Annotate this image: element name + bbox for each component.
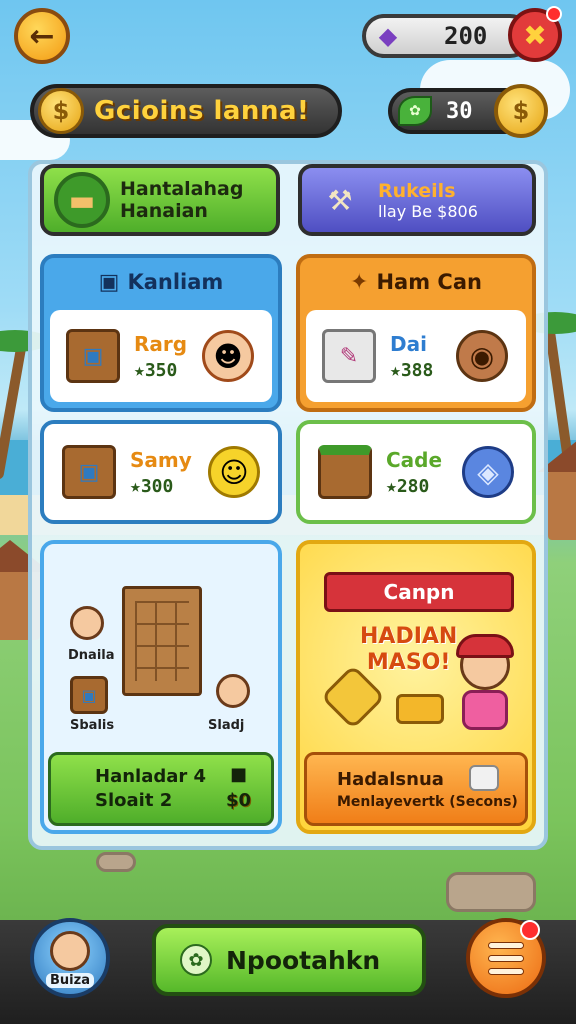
item-price: ★280 xyxy=(386,475,430,497)
girl-face-icon: ☻ xyxy=(202,330,254,382)
paintbrush-icon: ✎ xyxy=(322,329,376,383)
bear-icon: ◉ xyxy=(456,330,508,382)
price-badge: $0 xyxy=(225,790,251,811)
item-name: Cade xyxy=(386,447,443,472)
crafting-card-title: Hantalahag xyxy=(120,178,244,200)
item-card[interactable]: ▣ Rarg ★350 ☻ xyxy=(50,310,272,402)
avatar-face-icon xyxy=(50,931,90,971)
ticket-icon xyxy=(469,765,499,791)
item-name: Rarg xyxy=(134,331,188,356)
tools-card-subtitle: llay Be $806 xyxy=(378,201,478,221)
gem-count: 200 xyxy=(444,22,488,50)
crate-icon: ▣ xyxy=(98,269,120,295)
page-title: Gcioins lanna! xyxy=(94,96,310,126)
log-icon: ▬ xyxy=(54,172,110,228)
title-banner: $ Gcioins lanna! xyxy=(30,84,342,138)
gem-icon: ◆ xyxy=(378,22,398,50)
promo-card-footer[interactable]: Hadalsnua Menlayevertk (Secons) xyxy=(304,752,528,826)
hut xyxy=(538,440,576,540)
section-left: ▣ Kanliam ▣ Rarg ★350 ☻ xyxy=(40,254,282,412)
section-left-title: Kanliam xyxy=(127,270,224,294)
item-price: ★350 xyxy=(134,359,178,381)
coin-icon: $ xyxy=(512,97,530,125)
item-price: ★388 xyxy=(390,359,434,381)
crafting-card-subtitle: Hanaian xyxy=(120,200,208,222)
back-button[interactable]: ← xyxy=(14,8,70,64)
stone-icon: ■ xyxy=(229,764,247,785)
main-action-button[interactable]: ✿ Npootahkn xyxy=(152,924,426,996)
crafting-card[interactable]: ▬ Hantalahag Hanaian xyxy=(40,164,280,236)
tools-card[interactable]: ⚒ Rukeils llay Be $806 xyxy=(298,164,536,236)
bunny-icon: ◈ xyxy=(462,446,514,498)
cap-icon xyxy=(456,634,514,658)
building-card[interactable]: Dnaila ▣ Sbalis Sladj Hanladar 4 Sloait … xyxy=(40,540,282,834)
gold-bar-icon xyxy=(396,694,444,724)
character-label: Sbalis xyxy=(70,718,115,733)
rock xyxy=(446,872,536,912)
promo-line2: MASO! xyxy=(366,650,451,675)
avatar-label: Buiza xyxy=(46,973,94,988)
notification-dot xyxy=(546,6,562,22)
item-name: Dai xyxy=(390,331,427,356)
promo-card[interactable]: Canpn HADIAN MASO! Hadalsnua Menlayevert… xyxy=(296,540,536,834)
notification-dot xyxy=(520,920,540,940)
character-body xyxy=(462,690,508,730)
item-card[interactable]: ✎ Dai ★388 ◉ xyxy=(306,310,526,402)
leaf-icon: ✿ xyxy=(180,944,212,976)
promo-ribbon: Canpn xyxy=(324,572,514,612)
leaf-icon: ✿ xyxy=(398,96,432,126)
item-name: Samy xyxy=(130,447,192,472)
crate-icon: ▣ xyxy=(70,676,108,714)
item-card[interactable]: ▣ Samy ★300 ☺ xyxy=(40,420,282,524)
promo-card-line2: Menlayevertk (Secons) xyxy=(337,793,518,810)
heart-icon: ✖ xyxy=(523,18,547,52)
character-avatar xyxy=(70,606,104,640)
leaf-count: 30 xyxy=(446,98,473,124)
character-avatar xyxy=(216,674,250,708)
main-action-label: Npootahkn xyxy=(226,945,381,975)
item-card[interactable]: Cade ★280 ◈ xyxy=(296,420,536,524)
tower-building xyxy=(122,586,202,696)
character-label: Dnaila xyxy=(68,648,115,663)
tools-card-title: Rukeils xyxy=(378,179,456,202)
bone-icon: ✦ xyxy=(350,269,369,295)
hamburger-menu-icon xyxy=(488,967,524,975)
arrow-left-icon: ← xyxy=(29,18,55,54)
add-coins-button[interactable]: $ xyxy=(494,84,548,138)
crate-icon: ▣ xyxy=(62,445,116,499)
promo-text: HADIAN MASO! xyxy=(360,624,457,676)
coin-icon: $ xyxy=(38,88,84,134)
grass-block-icon xyxy=(318,445,372,499)
character-label: Sladj xyxy=(208,718,245,733)
crate-icon: ▣ xyxy=(66,329,120,383)
profile-avatar-button[interactable]: Buiza xyxy=(30,918,110,998)
building-card-footer[interactable]: Hanladar 4 Sloait 2 ■ $0 xyxy=(48,752,274,826)
smiley-icon: ☺ xyxy=(208,446,260,498)
gem-counter[interactable]: ◆ 200 xyxy=(362,14,532,58)
item-price: ★300 xyxy=(130,475,174,497)
section-right: ✦ Ham Can ✎ Dai ★388 ◉ xyxy=(296,254,536,412)
tools-icon: ⚒ xyxy=(327,183,353,217)
hamburger-menu-icon xyxy=(488,941,524,949)
hamburger-menu-icon xyxy=(488,954,524,962)
promo-line1: HADIAN xyxy=(360,624,458,649)
rock xyxy=(96,852,136,872)
section-right-title: Ham Can xyxy=(376,270,482,294)
